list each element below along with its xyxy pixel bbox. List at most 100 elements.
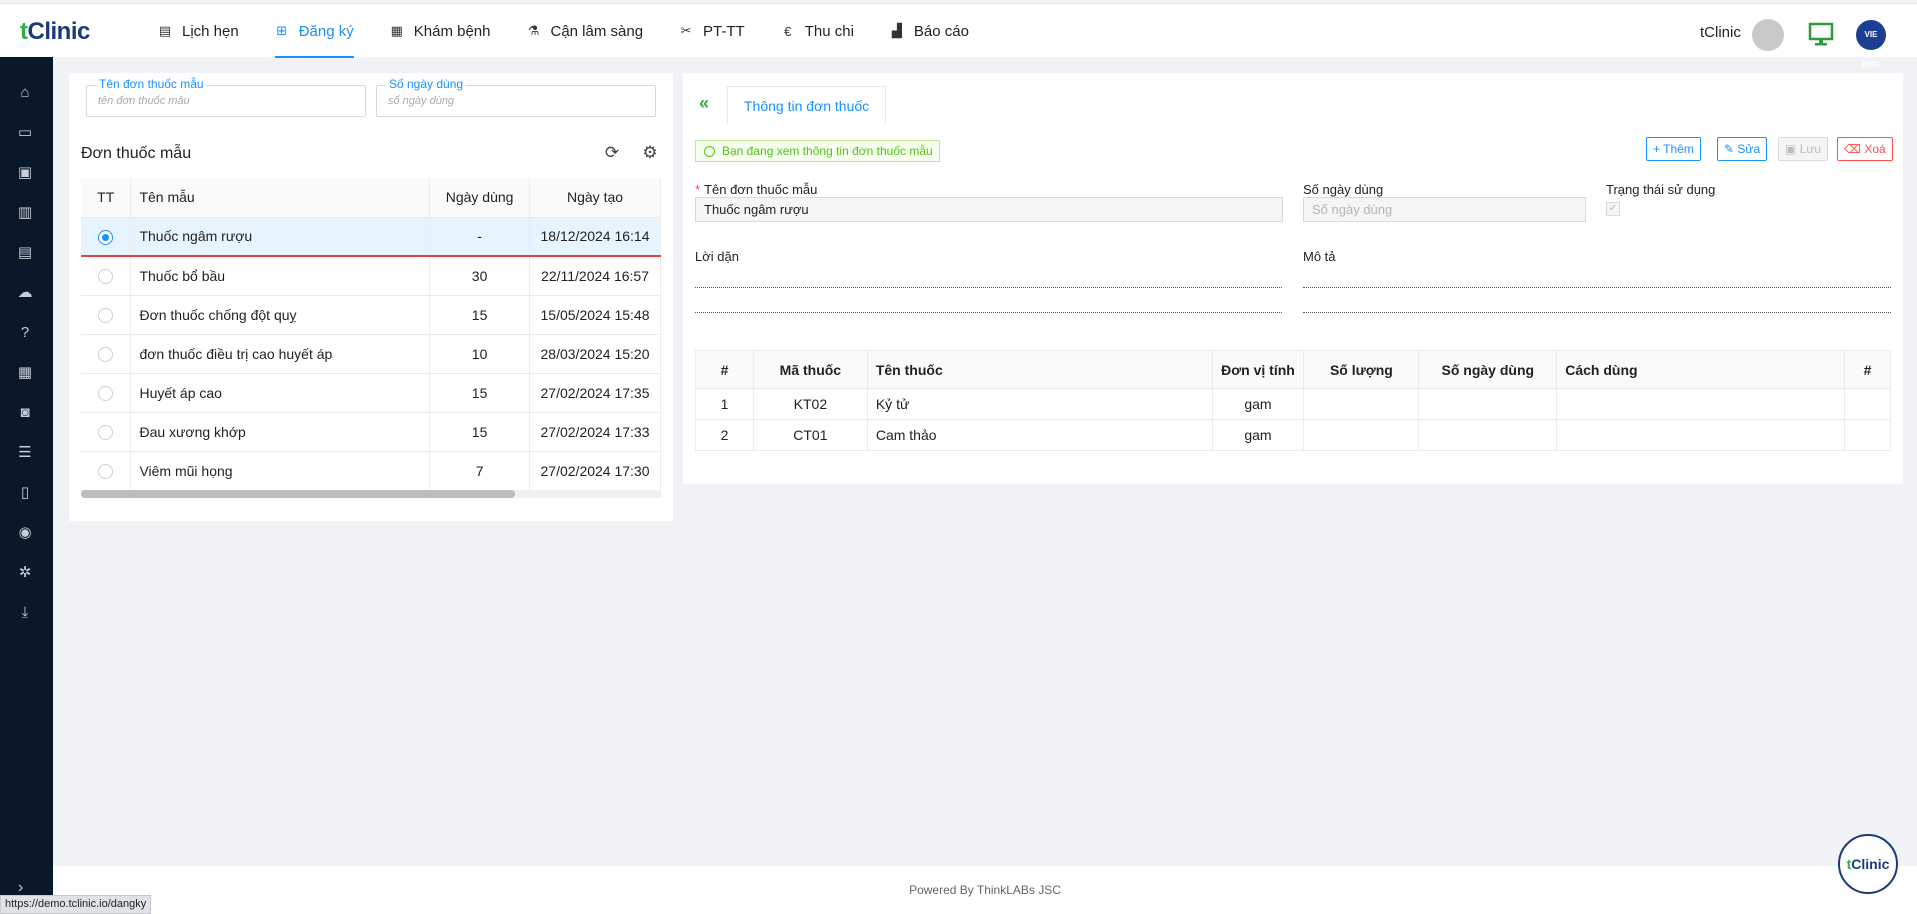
save-button[interactable]: ▣ Lưu <box>1778 137 1829 161</box>
table-row[interactable]: Thuốc bổ bầu 30 22/11/2024 16:57 <box>81 256 661 296</box>
monitor-icon[interactable] <box>1808 20 1834 48</box>
table-row[interactable]: Huyết áp cao 15 27/02/2024 17:35 <box>81 373 661 413</box>
store-icon[interactable]: ▥ <box>15 204 35 222</box>
delete-button[interactable]: ⌫ Xoá <box>1837 137 1893 161</box>
sidebar: ⌂ ▭ ▣ ▥ ▤ ☁ ? ▦ ◙ ☰ ▯ ◉ ✲ ⤓ › <box>0 57 53 914</box>
filter-days-input[interactable] <box>388 95 628 107</box>
edit-button[interactable]: ✎ Sửa <box>1717 137 1768 161</box>
money-icon[interactable]: ◙ <box>15 404 35 422</box>
row-radio[interactable] <box>98 424 114 440</box>
table-row[interactable]: Đau xương khớp 15 27/02/2024 17:33 <box>81 412 661 452</box>
template-table: TT Tên mẫu Ngày dùng Ngày tạo Thuốc ngâm… <box>81 178 661 491</box>
col-usage: Cách dùng <box>1556 350 1845 389</box>
table-row[interactable]: Đơn thuốc chống đột quỵ 15 15/05/2024 15… <box>81 295 661 335</box>
nav-item-dang-ky[interactable]: ⊞ Đăng ký <box>257 4 372 58</box>
prescription-name-field[interactable]: Thuốc ngâm rượu <box>695 197 1283 222</box>
floating-logo-button[interactable]: tClinic <box>1838 834 1898 894</box>
main-nav: ▤ Lịch hẹn ⊞ Đăng ký ▦ Khám bệnh ⚗ Cận lâm s… <box>140 4 987 58</box>
col-created[interactable]: Ngày tạo <box>529 178 661 218</box>
view-mode-notice: Bạn đang xem thông tin đơn thuốc mẫu <box>695 140 940 162</box>
description-field-line[interactable] <box>1303 312 1891 313</box>
col-days: Số ngày dùng <box>1418 350 1558 389</box>
row-radio[interactable] <box>98 307 114 323</box>
table-header: TT Tên mẫu Ngày dùng Ngày tạo <box>81 178 661 218</box>
horizontal-scrollbar[interactable] <box>81 490 661 498</box>
calendar-icon: ▤ <box>158 23 172 38</box>
row-radio[interactable] <box>98 346 114 362</box>
document-icon[interactable]: ▯ <box>15 484 35 502</box>
col-days[interactable]: Ngày dùng <box>429 178 531 218</box>
col-actions: # <box>1843 350 1892 389</box>
filter-days-field[interactable]: Số ngày dùng <box>376 77 656 117</box>
filter-name-field[interactable]: Tên đơn thuốc mẫu <box>86 77 366 117</box>
nav-item-can-lam-sang[interactable]: ⚗ Cận lâm sàng <box>508 4 661 58</box>
col-index: # <box>695 350 754 389</box>
row-radio[interactable] <box>98 269 114 285</box>
table-row[interactable]: 2 CT01 Cam thảo gam <box>695 419 1892 451</box>
description-label: Mô tả <box>1303 249 1336 264</box>
avatar[interactable] <box>1752 19 1784 51</box>
app-logo[interactable]: tClinic <box>20 18 90 46</box>
id-card-icon[interactable]: ▭ <box>15 124 35 142</box>
home-icon[interactable]: ⌂ <box>15 84 35 102</box>
tab-prescription-info[interactable]: Thông tin đơn thuốc <box>727 86 887 124</box>
medicine-table: # Mã thuốc Tên thuốc Đơn vị tính Số lượn… <box>695 350 1892 451</box>
settings-gear-icon[interactable]: ⚙ <box>640 143 660 163</box>
status-checkbox[interactable]: ✓ <box>1606 202 1620 216</box>
trash-icon: ⌫ <box>1844 142 1861 156</box>
advice-field-line[interactable] <box>695 287 1282 288</box>
template-list-panel: Tên đơn thuốc mẫu Số ngày dùng Đơn thuốc… <box>69 73 673 521</box>
nav-item-bao-cao[interactable]: ▟ Báo cáo <box>872 4 987 58</box>
save-icon: ▣ <box>1785 142 1797 156</box>
table-row[interactable]: Thuốc ngâm rượu - 18/12/2024 16:14 <box>81 217 661 257</box>
image-icon[interactable]: ▣ <box>15 164 35 182</box>
add-button[interactable]: + Thêm <box>1646 137 1701 161</box>
name-label: * Tên đơn thuốc mẫu <box>695 182 818 197</box>
nav-item-kham-benh[interactable]: ▦ Khám bệnh <box>372 4 509 58</box>
row-action-cell <box>1843 388 1892 420</box>
list-icon[interactable]: ☰ <box>15 444 35 462</box>
table-row[interactable]: 1 KT02 Kỷ tử gam <box>695 388 1892 420</box>
refresh-icon[interactable]: ⟳ <box>602 143 622 163</box>
pencil-icon: ✎ <box>1724 142 1735 156</box>
table-row[interactable]: đơn thuốc điều trị cao huyết áp 10 28/03… <box>81 334 661 374</box>
col-medicine-name: Tên thuốc <box>866 350 1213 389</box>
upload-cloud-icon[interactable]: ☁ <box>15 284 35 302</box>
col-tt[interactable]: TT <box>81 178 132 218</box>
list-card-icon[interactable]: ▤ <box>15 244 35 262</box>
plus-icon: + <box>1653 142 1661 156</box>
panel-title: Đơn thuốc mẫu <box>81 145 192 162</box>
scissors-icon: ✂ <box>680 23 692 38</box>
help-icon[interactable]: ? <box>15 324 35 342</box>
footer: Powered By ThinkLABs JSC <box>53 866 1917 914</box>
user-name[interactable]: tClinic <box>1700 24 1741 41</box>
advice-field-line[interactable] <box>695 312 1282 313</box>
collapse-left-icon[interactable]: « <box>699 93 709 114</box>
flask-icon: ⚗ <box>527 23 540 38</box>
row-radio[interactable] <box>98 229 114 245</box>
row-action-cell <box>1843 419 1892 451</box>
language-flag-icon[interactable]: VIE ENG <box>1856 20 1886 69</box>
status-label: Trạng thái sử dụng <box>1606 182 1716 197</box>
table-header: # Mã thuốc Tên thuốc Đơn vị tính Số lượn… <box>695 350 1892 389</box>
row-radio[interactable] <box>98 385 114 401</box>
nav-item-pt-tt[interactable]: ✂ PT-TT <box>661 4 763 58</box>
filter-name-input[interactable] <box>98 95 338 107</box>
days-field[interactable]: Số ngày dùng <box>1303 197 1586 222</box>
prescription-detail-panel: « Thông tin đơn thuốc Bạn đang xem thông… <box>683 73 1903 484</box>
description-field-line[interactable] <box>1303 287 1891 288</box>
euro-icon: € <box>784 23 792 39</box>
scrollbar-thumb[interactable] <box>81 490 515 498</box>
chart-icon: ▟ <box>891 23 902 38</box>
info-circle-icon <box>704 145 715 157</box>
download-icon[interactable]: ⤓ <box>15 604 35 622</box>
row-radio[interactable] <box>98 463 114 479</box>
user-circle-icon[interactable]: ◉ <box>15 524 35 542</box>
col-unit: Đơn vị tính <box>1211 350 1305 389</box>
nav-item-thu-chi[interactable]: € Thu chi <box>763 4 872 58</box>
profile-card-icon[interactable]: ▦ <box>15 364 35 382</box>
nav-item-lich-hen[interactable]: ▤ Lịch hẹn <box>140 4 257 58</box>
cogs-icon[interactable]: ✲ <box>15 564 35 582</box>
col-name[interactable]: Tên mẫu <box>130 178 431 218</box>
table-row[interactable]: Viêm mũi họng 7 27/02/2024 17:30 <box>81 451 661 491</box>
